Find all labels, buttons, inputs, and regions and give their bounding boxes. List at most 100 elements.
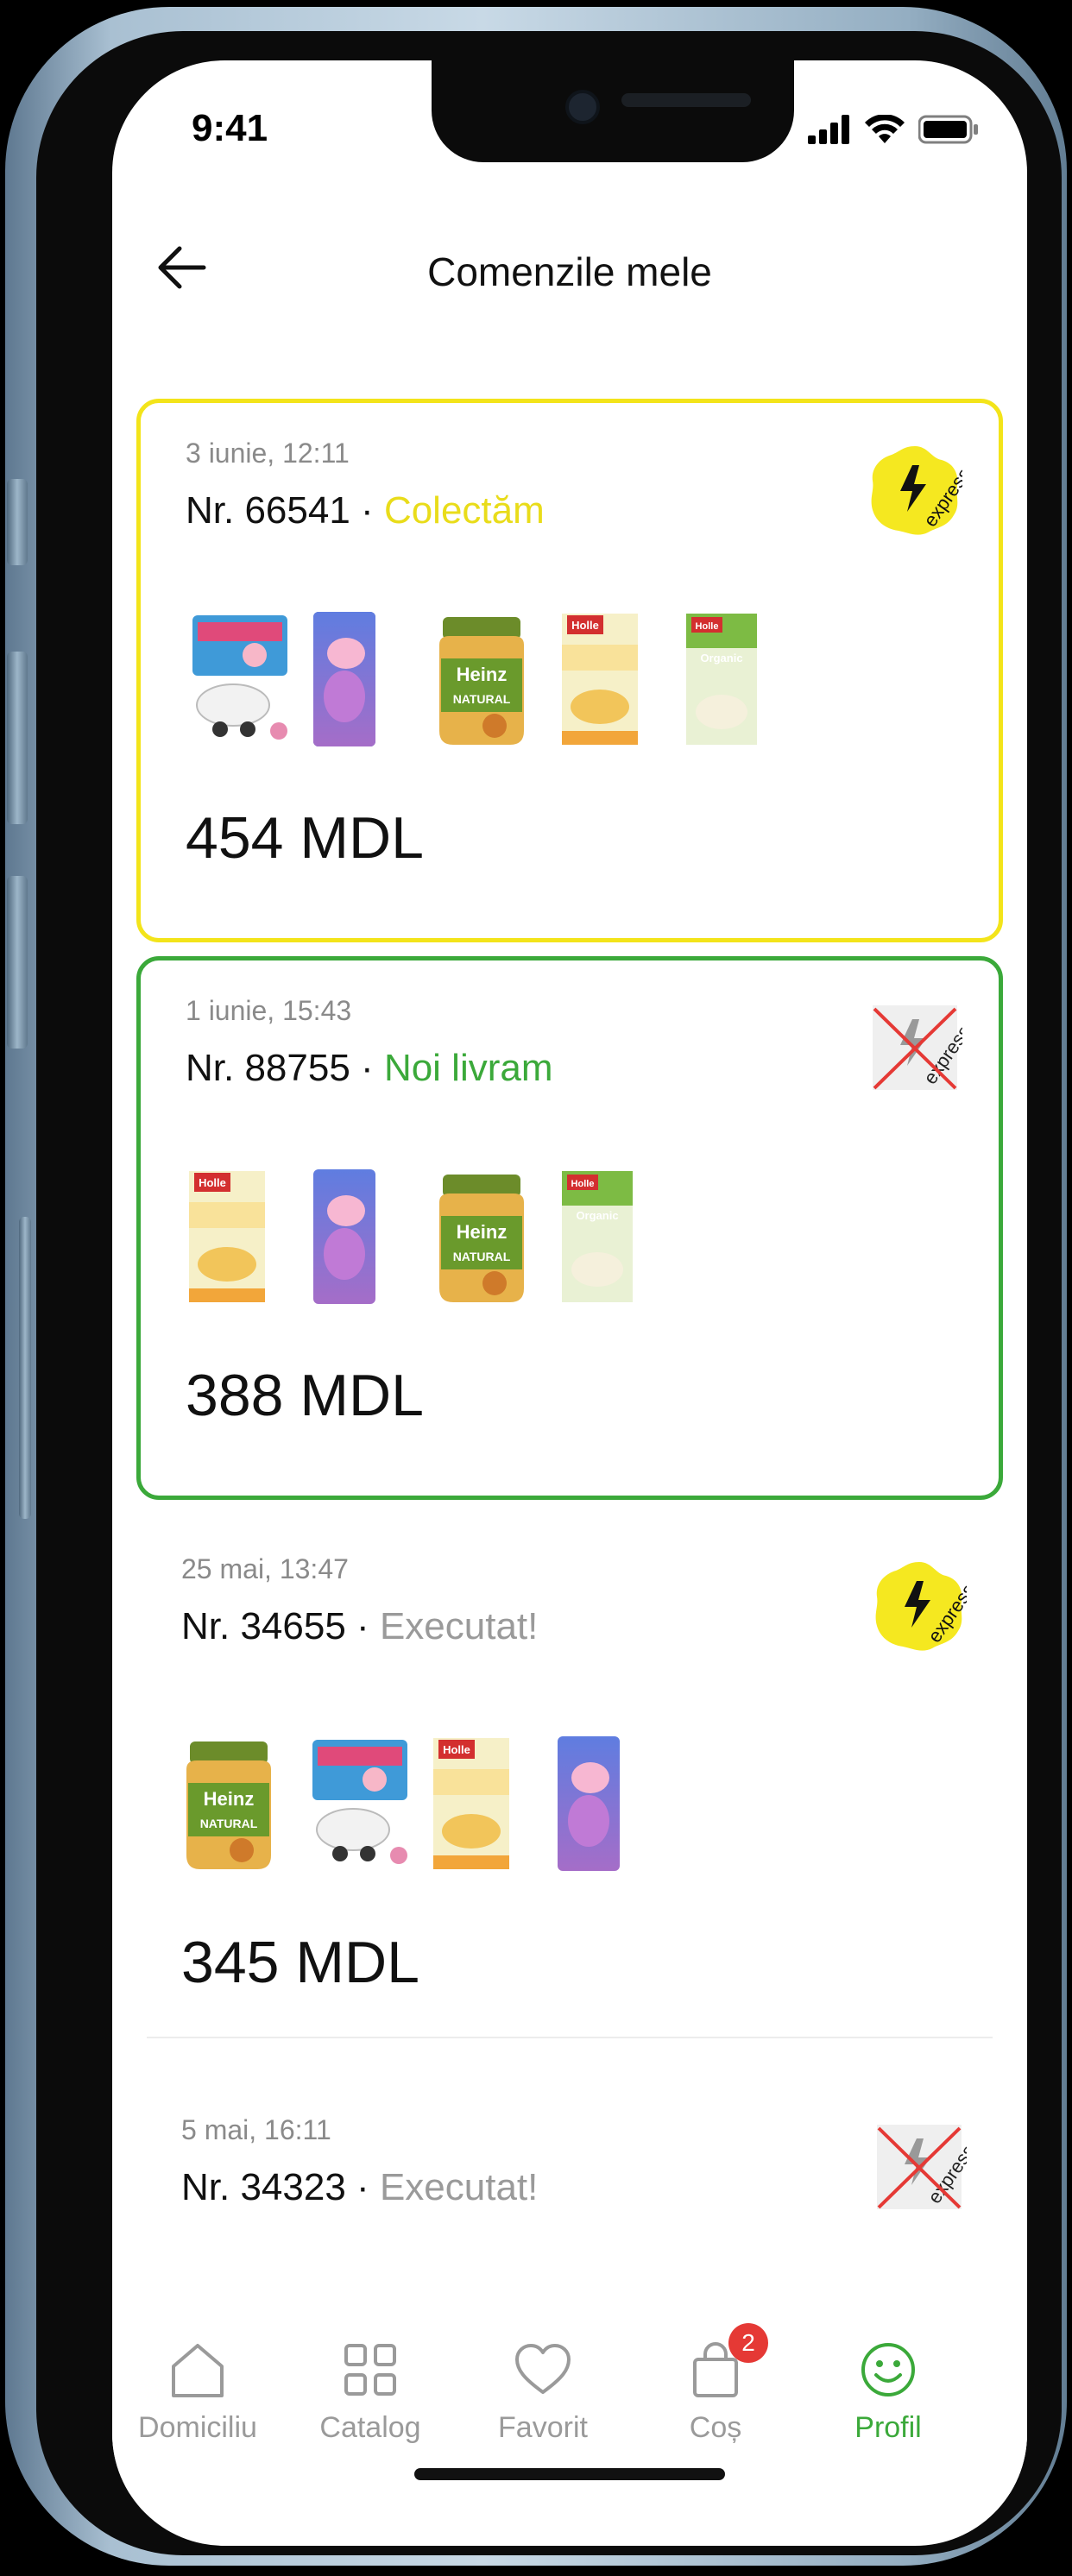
tab-catalog[interactable]: Catalog bbox=[297, 2339, 444, 2445]
tab-cos[interactable]: 2 Coș bbox=[642, 2323, 789, 2445]
order-status: Colectăm bbox=[383, 489, 545, 532]
order-title: Nr. 34655 · Executat! bbox=[181, 1605, 538, 1648]
order-date: 25 mai, 13:47 bbox=[181, 1553, 349, 1584]
product-thumbnail: Holle Organic bbox=[558, 1168, 653, 1306]
svg-text:Organic: Organic bbox=[700, 652, 742, 664]
grid-icon bbox=[344, 2344, 396, 2396]
product-thumbnails: Heinz NATURAL Holle Holle Organic bbox=[186, 610, 778, 748]
order-total: 454 MDL bbox=[186, 805, 424, 871]
peppa-plane-toy-image bbox=[192, 615, 287, 740]
order-number: Nr. 88755 bbox=[186, 1047, 350, 1089]
status-time: 9:41 bbox=[192, 107, 268, 149]
peppa-plush-image bbox=[558, 1736, 620, 1871]
order-date: 3 iunie, 12:11 bbox=[186, 438, 350, 469]
heart-icon bbox=[515, 2344, 571, 2394]
order-separator: · bbox=[356, 1605, 369, 1647]
svg-text:Holle: Holle bbox=[571, 1179, 595, 1189]
order-status: Executat! bbox=[379, 1605, 539, 1647]
express-disabled-icon: express bbox=[873, 1005, 962, 1090]
tab-label: Domiciliu bbox=[138, 2411, 257, 2444]
signal-icon bbox=[808, 115, 849, 144]
svg-text:NATURAL: NATURAL bbox=[453, 692, 511, 706]
order-status: Noi livram bbox=[383, 1047, 553, 1089]
svg-text:NATURAL: NATURAL bbox=[200, 1817, 258, 1830]
svg-text:Holle: Holle bbox=[443, 1743, 470, 1756]
smile-icon bbox=[861, 2343, 915, 2396]
silent-switch bbox=[7, 479, 28, 565]
heinz-natural-jar-image: Heinz NATURAL bbox=[186, 1741, 271, 1869]
order-separator: · bbox=[356, 2166, 369, 2208]
product-thumbnails: Holle Heinz NATURAL Holle Organic bbox=[186, 1168, 653, 1306]
order-separator: · bbox=[361, 1047, 374, 1089]
order-number: Nr. 34323 bbox=[181, 2166, 346, 2208]
heinz-natural-jar-image: Heinz NATURAL bbox=[439, 1175, 524, 1302]
order-title: Nr. 88755 · Noi livram bbox=[186, 1047, 553, 1090]
divider bbox=[147, 2037, 993, 2038]
screen: 9:41 Comenzile mele 3 iunie, 12:11 Nr. 6… bbox=[112, 60, 1027, 2546]
volume-up-button bbox=[7, 652, 28, 824]
product-thumbnail: Heinz NATURAL bbox=[181, 1735, 276, 1873]
svg-text:Heinz: Heinz bbox=[457, 664, 508, 685]
svg-text:Holle: Holle bbox=[199, 1176, 226, 1189]
svg-text:Holle: Holle bbox=[571, 619, 599, 632]
order-card[interactable]: 1 iunie, 15:43 Nr. 88755 · Noi livram ex… bbox=[136, 956, 1003, 1500]
order-number: Nr. 34655 bbox=[181, 1605, 346, 1647]
holle-milk-cereal-image: Holle bbox=[562, 614, 638, 745]
svg-text:Heinz: Heinz bbox=[204, 1788, 255, 1810]
tab-label: Profil bbox=[854, 2411, 922, 2444]
product-thumbnail: Holle Organic bbox=[683, 610, 778, 748]
tab-label: Favorit bbox=[498, 2411, 588, 2444]
product-thumbnail bbox=[310, 1168, 405, 1306]
order-card[interactable]: 3 iunie, 12:11 Nr. 66541 · Colectăm expr… bbox=[136, 399, 1003, 942]
sim-tray bbox=[19, 1217, 31, 1519]
peppa-plush-image bbox=[313, 612, 375, 746]
peppa-plane-toy-image bbox=[312, 1740, 407, 1864]
home-indicator bbox=[414, 2468, 725, 2480]
product-thumbnail: Holle bbox=[186, 1168, 281, 1306]
home-icon bbox=[172, 2344, 224, 2397]
notch bbox=[432, 60, 794, 162]
peppa-plush-image bbox=[313, 1169, 375, 1304]
order-title: Nr. 34323 · Executat! bbox=[181, 2166, 538, 2209]
holle-organic-spelt-image: Holle Organic bbox=[562, 1171, 633, 1302]
tab-label: Coș bbox=[689, 2411, 742, 2444]
product-thumbnail: Heinz NATURAL bbox=[434, 1168, 529, 1306]
holle-milk-cereal-image: Holle bbox=[189, 1171, 265, 1302]
express-icon: express bbox=[875, 1562, 967, 1651]
order-number: Nr. 66541 bbox=[186, 489, 350, 532]
speaker bbox=[621, 93, 751, 107]
order-total: 388 MDL bbox=[186, 1363, 424, 1428]
order-total: 345 MDL bbox=[181, 1930, 419, 1995]
status-icons bbox=[808, 112, 979, 147]
express-icon: express bbox=[871, 446, 962, 535]
tab-favorit[interactable]: Favorit bbox=[470, 2339, 616, 2445]
order-card[interactable]: 5 mai, 16:11 Nr. 34323 · Executat! expre… bbox=[136, 2080, 1003, 2313]
cart-count-badge: 2 bbox=[728, 2323, 768, 2363]
order-card[interactable]: 25 mai, 13:47 Nr. 34655 · Executat! expr… bbox=[136, 1519, 1003, 2071]
order-date: 1 iunie, 15:43 bbox=[186, 995, 352, 1026]
wifi-icon bbox=[865, 115, 905, 143]
product-thumbnail: Holle bbox=[558, 610, 653, 748]
product-thumbnail bbox=[306, 1735, 407, 1873]
product-thumbnail bbox=[186, 610, 287, 748]
tab-label: Catalog bbox=[319, 2411, 421, 2444]
express-disabled-icon: express bbox=[877, 2125, 967, 2209]
tab-profil[interactable]: Profil bbox=[815, 2339, 962, 2445]
heinz-natural-jar-image: Heinz NATURAL bbox=[439, 617, 524, 745]
product-thumbnail bbox=[310, 610, 405, 748]
order-date: 5 mai, 16:11 bbox=[181, 2114, 331, 2145]
tab-domiciliu[interactable]: Domiciliu bbox=[124, 2339, 271, 2445]
battery-icon bbox=[918, 115, 978, 144]
holle-milk-cereal-image: Holle bbox=[433, 1738, 509, 1869]
holle-organic-spelt-image: Holle Organic bbox=[686, 614, 757, 745]
svg-text:Heinz: Heinz bbox=[457, 1221, 508, 1243]
order-status: Executat! bbox=[379, 2166, 539, 2208]
volume-down-button bbox=[7, 876, 28, 1049]
product-thumbnail bbox=[554, 1735, 649, 1873]
order-title: Nr. 66541 · Colectăm bbox=[186, 489, 545, 532]
product-thumbnail: Holle bbox=[430, 1735, 525, 1873]
front-camera bbox=[565, 90, 600, 124]
svg-text:NATURAL: NATURAL bbox=[453, 1250, 511, 1263]
product-thumbnails: Heinz NATURAL Holle bbox=[181, 1735, 649, 1873]
product-thumbnail: Heinz NATURAL bbox=[434, 610, 529, 748]
